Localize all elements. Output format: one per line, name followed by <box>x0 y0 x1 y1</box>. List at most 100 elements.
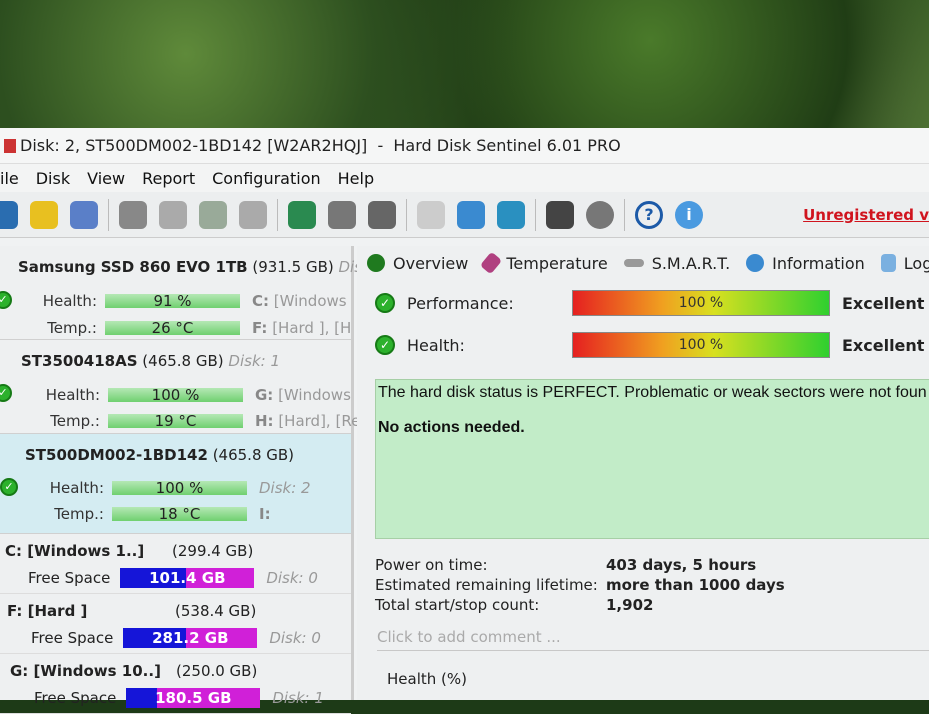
volume-name: C: [Windows 1..] <box>5 542 145 560</box>
info-value: 1,902 <box>606 596 654 614</box>
disk-name: ST3500418AS <box>21 352 138 370</box>
comment-input[interactable]: Click to add comment ... <box>377 628 929 651</box>
disk-stack-icon[interactable] <box>328 200 356 229</box>
health-bar: 100 % <box>112 481 247 496</box>
disk-size: (465.8 GB) <box>212 446 295 464</box>
info-label: Total start/stop count: <box>375 596 540 614</box>
volume-name: G: [Windows 10..] <box>10 662 161 680</box>
volume-item[interactable]: C: [Windows 1..] (299.4 GB) Free Space 101… <box>0 534 351 594</box>
toolbar-separator <box>624 198 625 231</box>
toolbar: ? i Unregistered v <box>0 192 929 238</box>
alert-icon[interactable] <box>30 200 58 229</box>
window-title: Disk: 2, ST500DM002-1BD142 [W2AR2HQJ] - … <box>20 136 621 155</box>
health-label: Health: <box>407 335 465 355</box>
actions-text: No actions needed. <box>378 419 525 436</box>
help-icon[interactable]: ? <box>635 200 663 229</box>
volume-label: [Windows <box>273 386 351 404</box>
status-text: The hard disk status is PERFECT. Problem… <box>378 384 927 401</box>
health-bar: 91 % <box>105 294 240 309</box>
app-icon <box>4 138 16 153</box>
health-bar: 100 % <box>108 388 243 403</box>
speaker-icon[interactable] <box>586 200 614 229</box>
unregistered-link[interactable]: Unregistered v <box>803 206 929 224</box>
network-icon[interactable] <box>497 200 525 229</box>
toolbar-separator <box>406 198 407 231</box>
tab-overview[interactable]: Overview <box>367 254 468 273</box>
app-window: Disk: 2, ST500DM002-1BD142 [W2AR2HQJ] - … <box>0 128 929 714</box>
disk-search-icon[interactable] <box>239 200 267 229</box>
tab-label: S.M.A.R.T. <box>651 253 731 273</box>
status-box: The hard disk status is PERFECT. Problem… <box>375 379 929 539</box>
performance-label: Performance: <box>407 293 514 313</box>
refresh-icon[interactable] <box>0 200 18 229</box>
tab-log[interactable]: Log <box>880 254 929 273</box>
tab-label: Information <box>772 253 865 273</box>
temp-bar: 26 °C <box>105 321 240 336</box>
disk-item[interactable]: ST3500418AS (465.8 GB) Disk: 1 ✓ Health:… <box>0 340 360 434</box>
toolbar-separator <box>277 198 278 231</box>
menu-help[interactable]: Help <box>338 169 374 188</box>
tab-label: Temperature <box>506 253 608 273</box>
volume-label: [Hard], [Re <box>273 412 361 430</box>
disk-size: (465.8 GB) <box>142 352 224 370</box>
disk-info-icon[interactable] <box>159 200 187 229</box>
volume-size: (250.0 GB) <box>176 662 258 680</box>
free-space-label: Free Space <box>34 689 117 707</box>
performance-rating: Excellent <box>842 293 925 313</box>
volume-letter: I: <box>259 505 271 523</box>
free-space-value: 180.5 GB <box>155 689 232 707</box>
volume-letter: H: <box>255 412 274 430</box>
tab-label: Overview <box>393 253 469 273</box>
tab-smart[interactable]: S.M.A.R.T. <box>623 253 731 273</box>
free-space-bar: 281.2 GB <box>123 628 258 648</box>
menu-file[interactable]: ile <box>0 169 19 188</box>
temp-label: Temp.: <box>47 319 97 337</box>
volume-label: [Hard ], [H <box>267 319 352 337</box>
volume-name: F: [Hard ] <box>7 602 88 620</box>
volume-letter: C: <box>252 292 270 310</box>
info-label: Power on time: <box>375 556 488 574</box>
performance-row: ✓ Performance: 100 % Excellent <box>375 290 924 316</box>
menu-configuration[interactable]: Configuration <box>212 169 321 188</box>
globe-disk-icon[interactable] <box>288 200 316 229</box>
info-icon[interactable]: i <box>675 200 703 229</box>
ok-check-icon: ✓ <box>375 335 395 355</box>
disk-icon <box>623 259 644 267</box>
free-space-value: 281.2 GB <box>152 629 229 647</box>
disk-name: Samsung SSD 860 EVO 1TB <box>18 258 248 276</box>
volume-label: [Windows <box>269 292 347 310</box>
volume-item[interactable]: F: [Hard ] (538.4 GB) Free Space 281.2 GB D… <box>0 594 351 654</box>
menu-view[interactable]: View <box>87 169 125 188</box>
tab-temperature[interactable]: Temperature <box>480 251 608 275</box>
tab-information[interactable]: Information <box>746 254 865 273</box>
laptop-tools-icon[interactable] <box>546 200 574 229</box>
disk-item[interactable]: Samsung SSD 860 EVO 1TB (931.5 GB) Disk:… <box>0 246 376 340</box>
disk-list-panel: Samsung SSD 860 EVO 1TB (931.5 GB) Disk:… <box>0 246 376 714</box>
sync-icon[interactable] <box>457 200 485 229</box>
free-space-bar: 180.5 GB <box>126 688 261 708</box>
info-value: more than 1000 days <box>606 576 785 594</box>
disk-number: Disk: 1 <box>272 689 324 707</box>
document-icon[interactable] <box>417 200 445 229</box>
log-icon <box>880 254 896 272</box>
menu-report[interactable]: Report <box>142 169 195 188</box>
disk-tower-icon[interactable] <box>368 200 396 229</box>
volume-item[interactable]: G: [Windows 10..] (250.0 GB) Free Space 18… <box>0 654 351 714</box>
disk-gray-icon[interactable] <box>119 200 147 229</box>
volume-size: (299.4 GB) <box>172 542 254 560</box>
health-label: Health: <box>45 386 100 404</box>
volume-letter: G: <box>255 386 274 404</box>
disk-check-icon[interactable] <box>199 200 227 229</box>
menu-disk[interactable]: Disk <box>36 169 70 188</box>
desktop-background <box>0 0 929 135</box>
menu-bar: ile Disk View Report Configuration Help <box>0 164 929 192</box>
free-space-value: 101.4 GB <box>149 569 226 587</box>
disk-size: (931.5 GB) <box>252 258 334 276</box>
free-space-bar: 101.4 GB <box>120 568 255 588</box>
health-rating: Excellent <box>842 335 925 355</box>
health-chart-title: Health (%) <box>387 670 467 688</box>
disk-number: Disk: 1 <box>228 352 280 370</box>
toolbar-separator <box>108 198 109 231</box>
disk-icon[interactable] <box>70 200 98 229</box>
disk-item-selected[interactable]: ST500DM002-1BD142 (465.8 GB) ✓ Health: 10… <box>0 434 351 534</box>
